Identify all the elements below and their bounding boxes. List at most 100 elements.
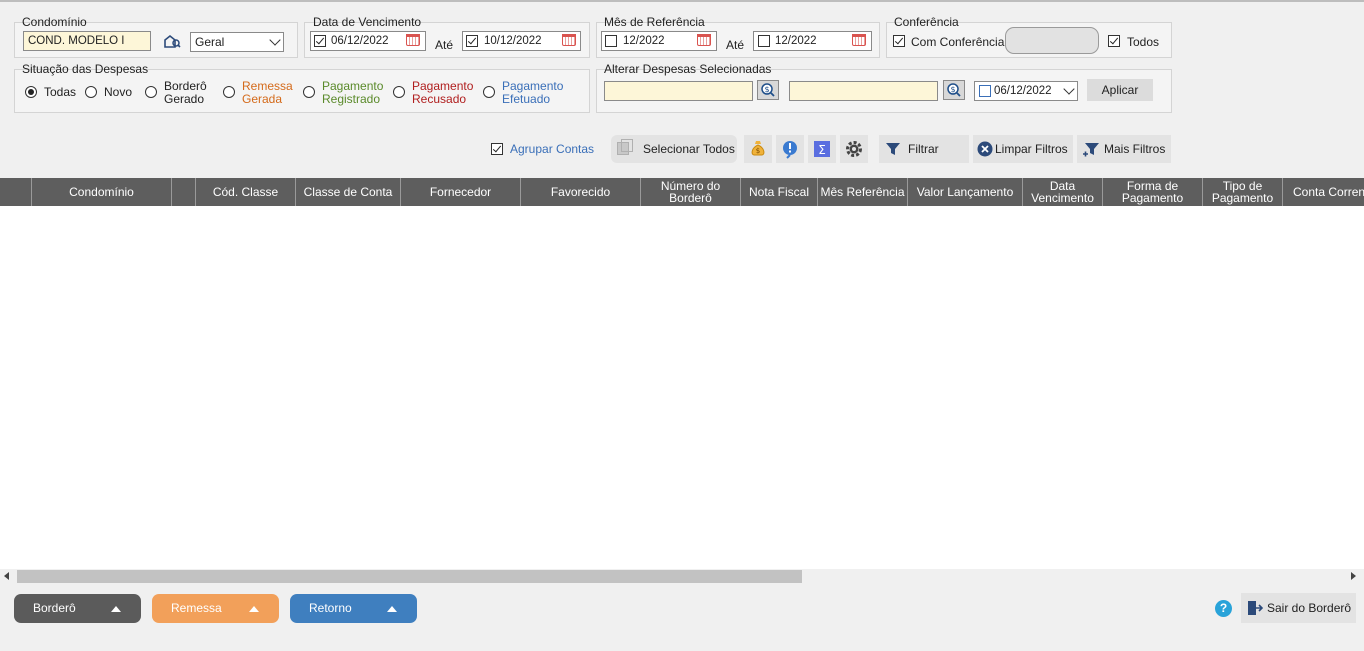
grid-column-header[interactable]: Cód. Classe bbox=[196, 178, 296, 206]
sigma-icon: Σ bbox=[814, 141, 830, 157]
grid-column-header[interactable]: Valor Lançamento bbox=[908, 178, 1023, 206]
grid-column-header[interactable]: Classe de Conta bbox=[296, 178, 401, 206]
vencimento-from-value: 06/12/2022 bbox=[331, 35, 389, 47]
scroll-left-arrow[interactable] bbox=[4, 572, 9, 580]
condominio-input[interactable]: COND. MODELO I bbox=[23, 31, 151, 51]
building-search-icon[interactable] bbox=[163, 34, 181, 48]
conferencia-toggle[interactable] bbox=[1005, 27, 1099, 54]
vencimento-label: Data de Vencimento bbox=[313, 15, 422, 29]
sum-button[interactable]: Σ bbox=[808, 135, 836, 163]
search-money-icon: $ bbox=[947, 83, 961, 97]
com-conferencia-checkbox[interactable] bbox=[893, 35, 905, 47]
copy-icon-back bbox=[621, 139, 633, 152]
alterar-field-1[interactable] bbox=[604, 81, 753, 101]
remessa-label: Remessa bbox=[171, 601, 222, 615]
svg-text:$: $ bbox=[764, 85, 769, 94]
conferencia-label: Conferência bbox=[894, 15, 959, 29]
aplicar-button[interactable]: Aplicar bbox=[1087, 79, 1153, 101]
referencia-from-checkbox[interactable] bbox=[605, 35, 617, 47]
mais-filtros-button[interactable]: Mais Filtros bbox=[1077, 135, 1171, 163]
grid-column-header[interactable]: Conta Corrente bbox=[1283, 178, 1364, 206]
filtrar-button[interactable]: Filtrar bbox=[879, 135, 969, 163]
todos-checkbox[interactable] bbox=[1108, 35, 1120, 47]
scroll-right-arrow[interactable] bbox=[1351, 572, 1356, 580]
radio-novo[interactable] bbox=[85, 86, 97, 98]
calendar-icon[interactable] bbox=[406, 34, 420, 46]
bordero-menu-button[interactable]: Borderô bbox=[14, 594, 141, 623]
condominio-type-select[interactable]: Geral bbox=[190, 32, 284, 52]
radio-remessa-gerada[interactable] bbox=[223, 86, 235, 98]
calendar-icon[interactable] bbox=[852, 34, 866, 46]
chevron-down-icon bbox=[269, 34, 281, 46]
calendar-icon[interactable] bbox=[562, 34, 576, 46]
caret-up-icon bbox=[387, 606, 397, 612]
gear-icon bbox=[846, 141, 862, 157]
help-icon[interactable]: ? bbox=[1215, 600, 1232, 617]
label-line-2: Gerada bbox=[242, 92, 283, 106]
referencia-to-value: 12/2022 bbox=[775, 35, 817, 47]
grid-column-spacer[interactable] bbox=[172, 178, 196, 206]
todos-label: Todos bbox=[1127, 35, 1160, 49]
svg-text:$: $ bbox=[756, 147, 760, 155]
radio-pagamento-recusado[interactable] bbox=[393, 86, 405, 98]
remessa-menu-button[interactable]: Remessa bbox=[152, 594, 279, 623]
limpar-filtros-label: Limpar Filtros bbox=[995, 142, 1068, 156]
grid-column-select[interactable] bbox=[0, 178, 32, 206]
settings-button[interactable] bbox=[840, 135, 868, 163]
condominio-type-value: Geral bbox=[195, 35, 225, 49]
alterar-field-2[interactable] bbox=[789, 81, 938, 101]
retorno-label: Retorno bbox=[309, 601, 352, 615]
radio-pagamento-recusado-label: Pagamento Recusado bbox=[412, 80, 473, 106]
referencia-to-checkbox[interactable] bbox=[758, 35, 770, 47]
search-money-button[interactable]: $ bbox=[757, 80, 779, 100]
calendar-icon[interactable] bbox=[697, 34, 711, 46]
sair-bordero-button[interactable]: Sair do Borderô bbox=[1241, 593, 1356, 623]
referencia-label: Mês de Referência bbox=[604, 15, 705, 29]
svg-text:Σ: Σ bbox=[818, 143, 826, 157]
retorno-menu-button[interactable]: Retorno bbox=[290, 594, 417, 623]
vencimento-to-value: 10/12/2022 bbox=[484, 35, 542, 47]
grid-column-header[interactable]: Tipo de Pagamento bbox=[1203, 178, 1283, 206]
filter-plus-icon bbox=[1083, 143, 1099, 157]
radio-bordero-gerado[interactable] bbox=[145, 86, 157, 98]
bordero-label: Borderô bbox=[33, 601, 76, 615]
horizontal-scrollbar[interactable] bbox=[0, 569, 1364, 584]
selecionar-todos-label: Selecionar Todos bbox=[643, 142, 735, 156]
alterar-date-checkbox[interactable] bbox=[979, 85, 991, 97]
caret-up-icon bbox=[111, 606, 121, 612]
search-money-button[interactable]: $ bbox=[943, 80, 965, 100]
money-bag-button[interactable]: $ bbox=[744, 135, 772, 163]
label-line-2: Recusado bbox=[412, 92, 467, 106]
scrollbar-thumb[interactable] bbox=[17, 570, 802, 583]
radio-todas[interactable] bbox=[25, 86, 37, 98]
grid-column-header[interactable]: Forma de Pagamento bbox=[1103, 178, 1203, 206]
caret-up-icon bbox=[249, 606, 259, 612]
referencia-from-value: 12/2022 bbox=[623, 35, 665, 47]
radio-bordero-gerado-label: Borderô Gerado bbox=[164, 80, 207, 106]
grid-body[interactable] bbox=[0, 206, 1364, 569]
alert-button[interactable] bbox=[776, 135, 804, 163]
agrupar-contas-checkbox[interactable] bbox=[491, 143, 503, 155]
limpar-filtros-button[interactable]: Limpar Filtros bbox=[973, 135, 1073, 163]
radio-todas-label: Todas bbox=[44, 85, 77, 99]
aplicar-label: Aplicar bbox=[1101, 83, 1139, 97]
referencia-ate-label: Até bbox=[726, 38, 745, 52]
com-conferencia-label: Com Conferência bbox=[911, 35, 1005, 49]
filtrar-label: Filtrar bbox=[908, 142, 939, 156]
grid-column-header[interactable]: Mês Referência bbox=[818, 178, 908, 206]
grid-column-header[interactable]: Número do Borderô bbox=[641, 178, 741, 206]
radio-pagamento-efetuado[interactable] bbox=[483, 86, 495, 98]
selecionar-todos-button[interactable]: Selecionar Todos bbox=[611, 135, 737, 163]
window-top-border bbox=[0, 0, 1364, 2]
grid-column-header[interactable]: Fornecedor bbox=[401, 178, 521, 206]
grid-column-header[interactable]: Nota Fiscal bbox=[741, 178, 818, 206]
radio-pagamento-registrado[interactable] bbox=[303, 86, 315, 98]
grid-column-header[interactable]: Data Vencimento bbox=[1023, 178, 1103, 206]
search-money-icon: $ bbox=[761, 83, 775, 97]
money-bag-icon: $ bbox=[751, 141, 765, 156]
grid-column-header[interactable]: Condomínio bbox=[32, 178, 172, 206]
alterar-date-value: 06/12/2022 bbox=[994, 85, 1052, 97]
vencimento-to-checkbox[interactable] bbox=[466, 35, 478, 47]
vencimento-from-checkbox[interactable] bbox=[314, 35, 326, 47]
grid-column-header[interactable]: Favorecido bbox=[521, 178, 641, 206]
